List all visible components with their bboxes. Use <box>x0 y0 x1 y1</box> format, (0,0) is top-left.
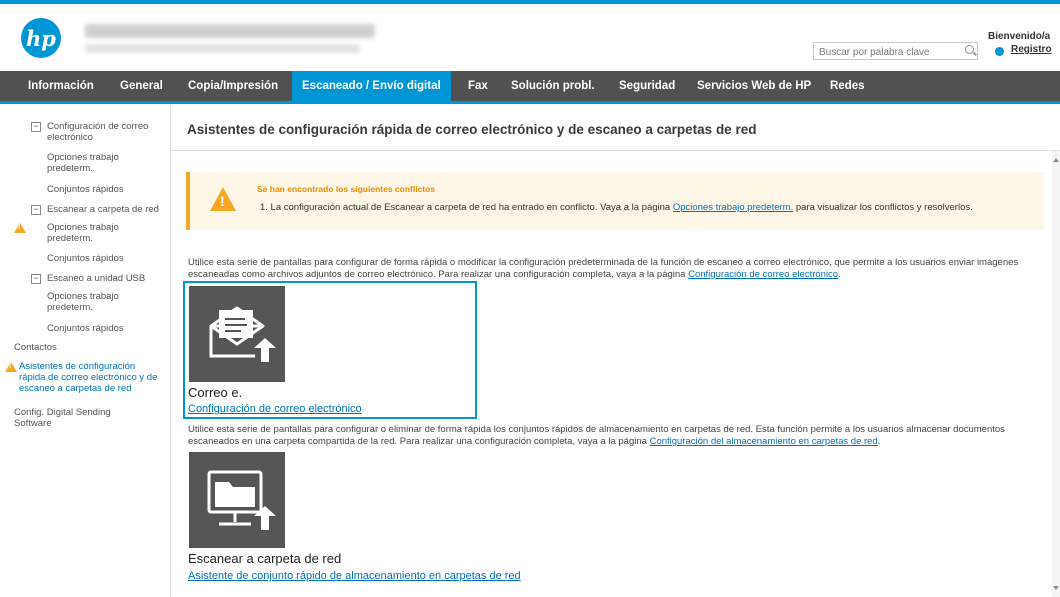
folder-upload-icon <box>207 470 276 530</box>
search-icon[interactable] <box>965 45 974 54</box>
collapse-toggle-folder[interactable]: − <box>31 205 41 215</box>
tab-informacion[interactable]: Información <box>0 71 104 101</box>
folder-config-inline-link[interactable]: Configuración del almacenamiento en carp… <box>650 436 878 447</box>
sidebar-item-usb-quick-sets[interactable]: Conjuntos rápidos <box>47 323 157 334</box>
email-card-title: Correo e. <box>188 385 243 400</box>
blurred-printer-subtitle <box>85 44 360 53</box>
tab-servicios-web-hp[interactable]: Servicios Web de HP <box>689 71 819 101</box>
tab-redes[interactable]: Redes <box>822 71 873 101</box>
sidebar-item-quick-setup-wizards[interactable]: Asistentes de configuración rápida de co… <box>19 361 161 394</box>
alert-message-text: 1. La configuración actual de Escanear a… <box>260 202 673 213</box>
folder-card-title: Escanear a carpeta de red <box>188 551 342 566</box>
welcome-text: Bienvenido/a <box>988 31 1051 42</box>
tab-escaneado-envio-digital[interactable]: Escaneado / Envío digital <box>292 71 451 101</box>
alert-message-suffix: para visualizar los conflictos y resolve… <box>793 202 973 213</box>
sign-in-icon <box>995 47 1004 56</box>
tab-solucion-probl[interactable]: Solución probl. <box>503 71 603 101</box>
tab-copia-impresion[interactable]: Copia/Impresión <box>180 71 286 101</box>
folder-wizard-link[interactable]: Asistente de conjunto rápido de almacena… <box>188 570 521 582</box>
register-link[interactable]: Registro <box>1011 44 1052 55</box>
alert-job-options-link[interactable]: Opciones trabajo predeterm. <box>673 202 793 213</box>
email-config-link[interactable]: Configuración de correo electrónico <box>188 403 362 415</box>
main-nav: Información General Copia/Impresión Esca… <box>0 71 1060 104</box>
folder-intro-body: Utilice esta serie de pantallas para con… <box>188 424 1005 447</box>
collapse-toggle-email[interactable]: − <box>31 122 41 132</box>
email-config-inline-link[interactable]: Configuración de correo electrónico <box>688 269 838 280</box>
sidebar-item-digital-sending-software[interactable]: Config. Digital Sending Software <box>14 407 124 429</box>
warning-icon <box>5 362 17 372</box>
scroll-up-icon[interactable] <box>1053 158 1059 162</box>
tab-general[interactable]: General <box>112 71 171 101</box>
sidebar-item-folder-job-options[interactable]: Opciones trabajo predeterm. <box>47 222 137 244</box>
scroll-down-icon[interactable] <box>1053 586 1059 590</box>
sidebar-item-scan-to-folder[interactable]: Escanear a carpeta de red <box>47 204 167 215</box>
hp-logo[interactable]: hp <box>21 18 61 58</box>
folder-intro-text: Utilice esta serie de pantallas para con… <box>188 424 1048 448</box>
warning-icon <box>210 187 236 211</box>
sidebar-item-email-quick-sets[interactable]: Conjuntos rápidos <box>47 184 157 195</box>
email-tile[interactable] <box>189 286 285 382</box>
conflict-alert: Se han encontrado los siguientes conflic… <box>186 172 1044 230</box>
sidebar-item-contacts[interactable]: Contactos <box>14 342 134 353</box>
alert-message: 1. La configuración actual de Escanear a… <box>260 202 973 213</box>
logo-text: hp <box>26 25 56 51</box>
envelope-upload-icon <box>209 306 276 362</box>
alert-heading: Se han encontrado los siguientes conflic… <box>257 184 436 194</box>
tab-seguridad[interactable]: Seguridad <box>611 71 683 101</box>
sidebar-item-email-job-options[interactable]: Opciones trabajo predeterm. <box>47 152 137 174</box>
sidebar: − Configuración de correo electrónico Op… <box>0 104 170 597</box>
warning-icon <box>14 223 26 233</box>
sidebar-item-email-config[interactable]: Configuración de correo electrónico <box>47 121 157 143</box>
search-input[interactable] <box>813 42 978 60</box>
tab-fax[interactable]: Fax <box>460 71 496 101</box>
sidebar-item-folder-quick-sets[interactable]: Conjuntos rápidos <box>47 253 157 264</box>
title-divider <box>170 150 1060 151</box>
email-intro-text: Utilice esta serie de pantallas para con… <box>188 257 1048 281</box>
sidebar-divider <box>170 104 171 597</box>
sidebar-item-usb-job-options[interactable]: Opciones trabajo predeterm. <box>47 291 137 313</box>
header: hp Bienvenido/a Registro <box>0 4 1060 71</box>
email-intro-body: Utilice esta serie de pantallas para con… <box>188 257 1019 280</box>
collapse-toggle-usb[interactable]: − <box>31 274 41 284</box>
network-folder-tile[interactable] <box>189 452 285 548</box>
page-title: Asistentes de configuración rápida de co… <box>187 122 757 137</box>
blurred-printer-name <box>85 24 375 38</box>
folder-intro-suffix: . <box>877 436 881 447</box>
sidebar-item-scan-to-usb[interactable]: Escaneo a unidad USB <box>47 273 167 284</box>
vertical-scrollbar[interactable] <box>1052 151 1060 597</box>
email-intro-suffix: . <box>838 269 841 280</box>
